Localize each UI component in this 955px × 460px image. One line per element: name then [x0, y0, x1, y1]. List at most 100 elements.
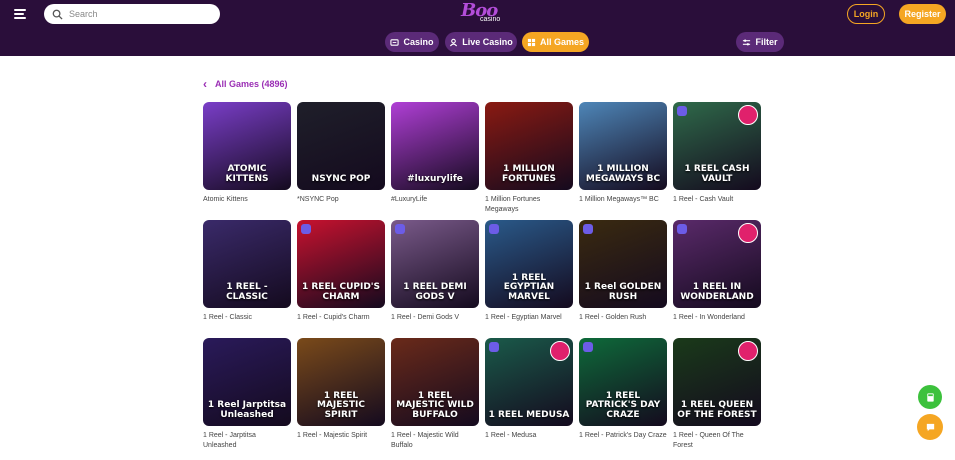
tab-casino[interactable]: Casino — [385, 32, 439, 52]
game-art-title: 1 MILLION FORTUNES — [502, 164, 556, 184]
chat-button[interactable] — [917, 414, 943, 440]
game-thumbnail[interactable]: 1 MILLION FORTUNES — [485, 102, 573, 190]
game-name: Atomic Kittens — [203, 196, 248, 203]
game-thumbnail[interactable]: 1 MILLION MEGAWAYS BC — [579, 102, 667, 190]
game-thumbnail[interactable]: ATOMIC KITTENS — [203, 102, 291, 190]
search-icon — [52, 9, 63, 20]
game-name: 1 Reel - Golden Rush — [579, 314, 647, 321]
game-thumbnail[interactable]: 1 REEL PATRICK'S DAY CRAZE — [579, 338, 667, 426]
game-name: 1 Reel - Queen Of The Forest — [673, 432, 744, 449]
game-name: 1 Reel - Classic — [203, 314, 253, 321]
login-button[interactable]: Login — [847, 4, 885, 24]
game-name: 1 Reel - Patrick's Day Craze — [579, 432, 667, 439]
game-thumbnail[interactable]: 1 REEL - CLASSIC — [203, 220, 291, 308]
game-card[interactable]: 1 REEL MEDUSA 1 Reel - Medusa — [485, 338, 573, 441]
game-thumbnail[interactable]: 1 REEL DEMI GODS V — [391, 220, 479, 308]
game-thumbnail[interactable]: 1 REEL MEDUSA — [485, 338, 573, 426]
tab-live-casino[interactable]: Live Casino — [445, 32, 517, 52]
game-name: 1 Reel - Cash Vault — [673, 196, 734, 203]
game-art-title: 1 REEL EGYPTIAN MARVEL — [503, 272, 555, 302]
game-thumbnail[interactable]: 1 REEL EGYPTIAN MARVEL — [485, 220, 573, 308]
game-art-title: 1 REEL DEMI GODS V — [403, 282, 467, 302]
game-art-title: 1 REEL IN WONDERLAND — [680, 282, 754, 302]
game-card[interactable]: 1 REEL EGYPTIAN MARVEL 1 Reel - Egyptian … — [485, 220, 573, 323]
casino-icon — [390, 38, 400, 46]
game-card[interactable]: 1 MILLION FORTUNES 1 Million Fortunes Meg… — [485, 102, 573, 215]
menu-icon[interactable] — [14, 7, 30, 23]
game-art-title: 1 REEL QUEEN OF THE FOREST — [677, 400, 757, 420]
game-card[interactable]: 1 REEL MAJESTIC SPIRIT 1 Reel - Majestic … — [297, 338, 385, 441]
game-thumbnail[interactable]: 1 REEL CASH VAULT — [673, 102, 761, 190]
game-name: 1 Reel - Jarptitsa Unleashed — [203, 432, 256, 449]
game-card[interactable]: 1 REEL MAJESTIC WILD BUFFALO 1 Reel - Maj… — [391, 338, 479, 451]
game-thumbnail[interactable]: 1 REEL CUPID'S CHARM — [297, 220, 385, 308]
logo-subtext: casino — [480, 16, 501, 23]
chevron-left-icon[interactable]: ‹ — [203, 77, 207, 91]
game-card[interactable]: 1 REEL - CLASSIC 1 Reel - Classic — [203, 220, 291, 323]
tab-live-casino-label: Live Casino — [462, 37, 513, 47]
game-card[interactable]: 1 Reel GOLDEN RUSH 1 Reel - Golden Rush — [579, 220, 667, 323]
game-art-title: 1 REEL MAJESTIC WILD BUFFALO — [396, 390, 474, 420]
game-card[interactable]: 1 REEL IN WONDERLAND 1 Reel - In Wonderla… — [673, 220, 761, 323]
game-thumbnail[interactable]: 1 REEL IN WONDERLAND — [673, 220, 761, 308]
game-art-title: NSYNC POP — [311, 173, 371, 184]
logo[interactable]: Boo casino — [458, 0, 504, 24]
game-art-title: 1 REEL CUPID'S CHARM — [301, 282, 381, 302]
provider-badge-icon — [395, 224, 405, 234]
game-name: 1 Reel - Majestic Wild Buffalo — [391, 432, 459, 449]
game-art-title: 1 MILLION MEGAWAYS BC — [585, 164, 661, 184]
tab-casino-label: Casino — [403, 37, 434, 47]
game-art-title: #luxurylife — [407, 173, 463, 184]
filter-button[interactable]: Filter — [736, 32, 784, 52]
game-thumbnail[interactable]: 1 REEL MAJESTIC SPIRIT — [297, 338, 385, 426]
game-thumbnail[interactable]: #luxurylife — [391, 102, 479, 190]
search-box[interactable] — [44, 4, 220, 24]
game-name: 1 Reel - Majestic Spirit — [297, 432, 368, 439]
game-name: 1 Reel - Medusa — [485, 432, 537, 439]
grid-icon — [527, 38, 536, 46]
game-card[interactable]: 1 REEL DEMI GODS V 1 Reel - Demi Gods V — [391, 220, 479, 323]
game-art-title: 1 Reel GOLDEN RUSH — [584, 282, 662, 302]
game-art-title: ATOMIC KITTENS — [225, 164, 269, 184]
game-thumbnail[interactable]: 1 Reel GOLDEN RUSH — [579, 220, 667, 308]
game-thumbnail[interactable]: 1 REEL QUEEN OF THE FOREST — [673, 338, 761, 426]
game-card[interactable]: 1 REEL PATRICK'S DAY CRAZE 1 Reel - Patri… — [579, 338, 667, 441]
register-button[interactable]: Register — [899, 4, 946, 24]
game-card[interactable]: 1 REEL CASH VAULT 1 Reel - Cash Vault — [673, 102, 761, 205]
game-art-title: 1 REEL PATRICK'S DAY CRAZE — [585, 390, 661, 420]
game-thumbnail[interactable]: 1 Reel Jarptitsa Unleashed — [203, 338, 291, 426]
game-card[interactable]: 1 REEL CUPID'S CHARM 1 Reel - Cupid's Cha… — [297, 220, 385, 323]
game-card[interactable]: #luxurylife #LuxuryLife — [391, 102, 479, 205]
provider-badge-icon — [583, 224, 593, 234]
game-name: 1 Reel - Demi Gods V — [391, 314, 460, 321]
game-card[interactable]: 1 Reel Jarptitsa Unleashed 1 Reel - Jarpt… — [203, 338, 291, 451]
promo-badge-icon — [550, 341, 570, 361]
provider-badge-icon — [583, 342, 593, 352]
tab-all-games[interactable]: All Games — [522, 32, 589, 52]
game-card[interactable]: ATOMIC KITTENS Atomic Kittens — [203, 102, 291, 205]
game-art-title: 1 REEL CASH VAULT — [684, 164, 750, 184]
top-bar: Boo casino Login Register Casino Live Ca… — [0, 0, 955, 56]
section-title: All Games (4896) — [215, 79, 288, 89]
calculator-button[interactable] — [918, 385, 942, 409]
calculator-icon — [926, 392, 934, 402]
filter-label: Filter — [755, 37, 778, 47]
game-art-title: 1 Reel Jarptitsa Unleashed — [207, 400, 287, 420]
game-card[interactable]: NSYNC POP *NSYNC Pop — [297, 102, 385, 205]
game-thumbnail[interactable]: 1 REEL MAJESTIC WILD BUFFALO — [391, 338, 479, 426]
game-card[interactable]: 1 MILLION MEGAWAYS BC 1 Million Megaways™… — [579, 102, 667, 205]
game-name: *NSYNC Pop — [297, 196, 339, 203]
game-name: 1 Reel - Egyptian Marvel — [485, 314, 562, 321]
search-input[interactable] — [69, 9, 209, 19]
game-name: 1 Million Fortunes Megaways — [485, 196, 541, 213]
live-casino-icon — [450, 38, 458, 46]
filter-icon — [743, 39, 751, 45]
provider-badge-icon — [301, 224, 311, 234]
promo-badge-icon — [738, 341, 758, 361]
game-card[interactable]: 1 REEL QUEEN OF THE FOREST 1 Reel - Queen… — [673, 338, 761, 451]
game-name: #LuxuryLife — [391, 196, 428, 203]
game-art-title: 1 REEL - CLASSIC — [226, 282, 268, 302]
provider-badge-icon — [677, 106, 687, 116]
game-thumbnail[interactable]: NSYNC POP — [297, 102, 385, 190]
section-heading: ‹ All Games (4896) — [203, 77, 288, 91]
